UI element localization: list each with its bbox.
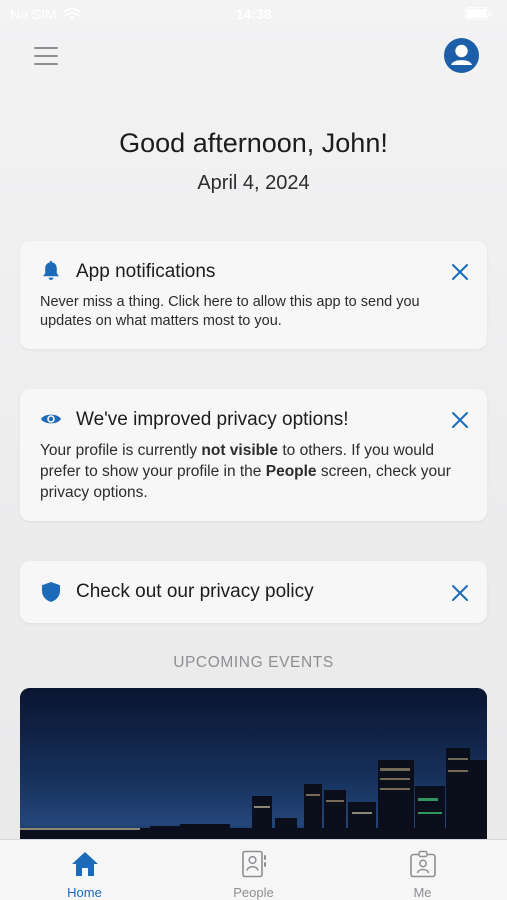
tab-label: Me [413,885,432,900]
user-icon [451,44,472,65]
shield-icon [42,582,60,602]
home-icon [71,852,98,876]
card-body: Your profile is currently not visible to… [40,442,451,501]
card-title: We've improved privacy options! [76,409,349,430]
privacy-options-card[interactable]: We've improved privacy options! Your pro… [20,389,487,521]
tab-home[interactable]: Home [0,840,169,900]
bell-icon [43,260,59,280]
top-bar [0,36,507,76]
event-card-image[interactable] [20,688,487,848]
card-title: App notifications [76,261,216,282]
profile-avatar-button[interactable] [444,38,479,73]
people-icon [241,850,266,878]
close-icon[interactable] [449,582,471,604]
me-icon [409,850,436,878]
greeting-title: Good afternoon, John! [119,128,388,158]
close-icon[interactable] [449,409,471,431]
tab-people[interactable]: People [169,840,338,900]
card-body: Never miss a thing. Click here to allow … [40,294,420,329]
battery-icon [465,7,492,20]
notifications-card[interactable]: App notifications Never miss a thing. Cl… [20,241,487,349]
close-icon[interactable] [449,261,471,283]
status-bar: No SIM 14:38 [0,0,507,28]
emphasis-text: not visible [201,442,279,459]
current-date: April 4, 2024 [197,172,310,194]
city-skyline-image [20,688,487,848]
eye-icon [41,414,61,424]
tab-me[interactable]: Me [338,840,507,900]
tab-label: Home [67,885,102,900]
upcoming-events-heading: UPCOMING EVENTS [173,654,334,671]
privacy-policy-card[interactable]: Check out our privacy policy [20,561,487,623]
card-title: Check out our privacy policy [76,581,314,602]
emphasis-text: People [265,463,317,480]
tab-label: People [233,885,274,900]
tab-bar: Home People Me [0,839,507,900]
hamburger-menu-icon[interactable] [30,42,62,70]
status-time: 14:38 [235,6,272,22]
